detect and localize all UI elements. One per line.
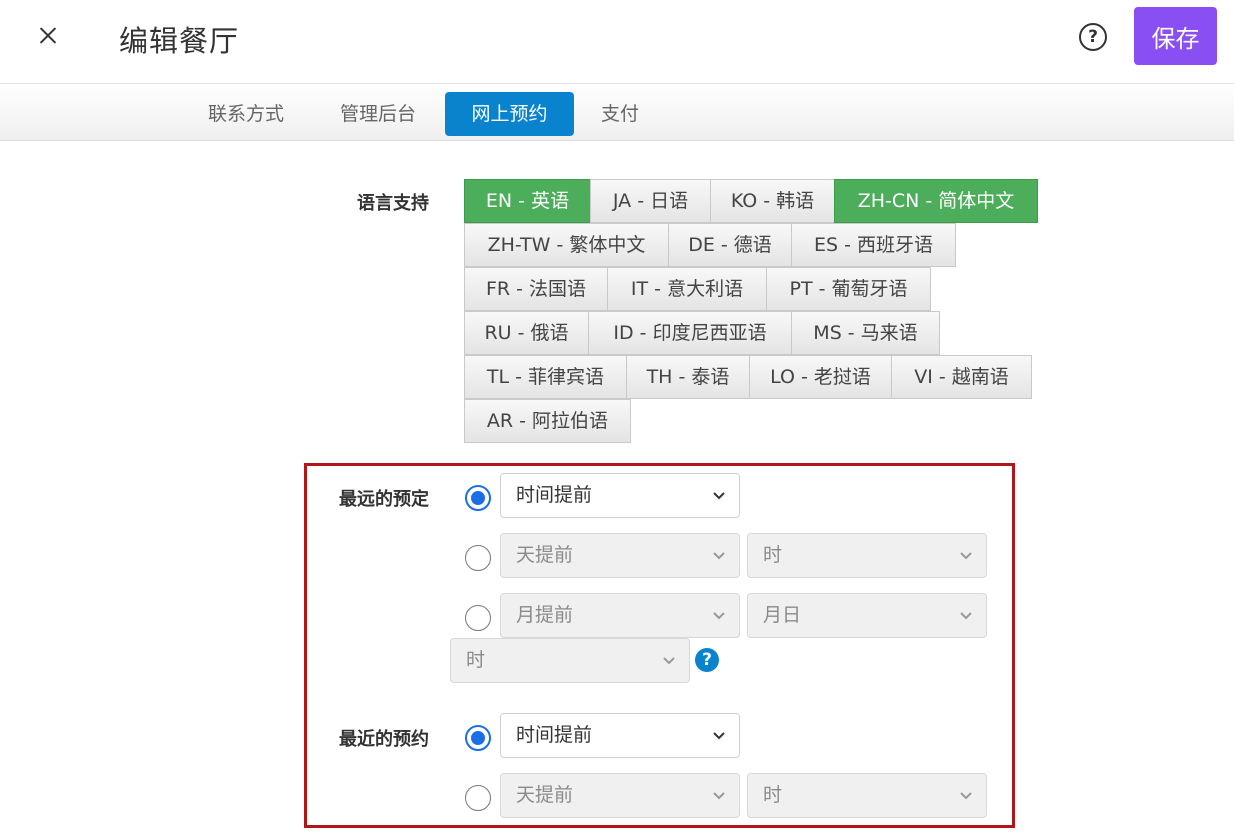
language-pt[interactable]: PT - 葡萄牙语 [766, 267, 931, 311]
furthest-booking-label: 最远的预定 [339, 489, 429, 510]
furthest-months-select[interactable]: 月提前 [500, 593, 740, 638]
language-ko[interactable]: KO - 韩语 [710, 179, 835, 223]
tab-admin[interactable]: 管理后台 [325, 92, 431, 136]
furthest-months-hour-select[interactable]: 时 [450, 638, 690, 683]
save-button[interactable]: 保存 [1134, 7, 1217, 65]
chevron-down-icon [960, 612, 972, 620]
furthest-time-select[interactable]: 时间提前 [500, 473, 740, 518]
furthest-days-hour-select-value: 时 [763, 544, 783, 566]
help-icon[interactable]: ? [695, 648, 719, 672]
language-fr[interactable]: FR - 法国语 [464, 267, 608, 311]
header: 编辑餐厅 ? 保存 [0, 0, 1234, 84]
language-ms[interactable]: MS - 马来语 [791, 311, 940, 355]
chevron-down-icon [960, 792, 972, 800]
tab-payment[interactable]: 支付 [590, 92, 650, 136]
nearest-option-days-radio[interactable] [465, 785, 491, 811]
language-th[interactable]: TH - 泰语 [626, 355, 750, 399]
furthest-months-hour-select-value: 时 [466, 649, 486, 671]
furthest-option-days-radio[interactable] [465, 545, 491, 571]
furthest-months-day-select[interactable]: 月日 [747, 593, 987, 638]
nearest-time-select-value: 时间提前 [516, 724, 593, 746]
nearest-booking-label: 最近的预约 [339, 729, 429, 750]
chevron-down-icon [713, 492, 725, 500]
furthest-months-day-select-value: 月日 [763, 604, 802, 626]
close-icon[interactable] [34, 22, 62, 50]
nearest-days-select-value: 天提前 [516, 784, 574, 806]
furthest-days-select[interactable]: 天提前 [500, 533, 740, 578]
nearest-days-hour-select-value: 时 [763, 784, 783, 806]
language-ja[interactable]: JA - 日语 [590, 179, 711, 223]
chevron-down-icon [960, 552, 972, 560]
tab-bar: 联系方式 管理后台 网上预约 支付 [0, 84, 1234, 141]
furthest-days-hour-select[interactable]: 时 [747, 533, 987, 578]
language-it[interactable]: IT - 意大利语 [607, 267, 767, 311]
language-support-label: 语言支持 [357, 193, 429, 214]
furthest-days-select-value: 天提前 [516, 544, 574, 566]
chevron-down-icon [663, 657, 675, 665]
nearest-option-time-radio[interactable] [465, 725, 491, 751]
nearest-days-select[interactable]: 天提前 [500, 773, 740, 818]
chevron-down-icon [713, 552, 725, 560]
page-title: 编辑餐厅 [119, 24, 240, 58]
language-tl[interactable]: TL - 菲律宾语 [464, 355, 627, 399]
furthest-months-select-value: 月提前 [516, 604, 574, 626]
tab-online-booking[interactable]: 网上预约 [445, 92, 574, 136]
language-ru[interactable]: RU - 俄语 [464, 311, 589, 355]
language-zh-cn[interactable]: ZH-CN - 简体中文 [834, 179, 1038, 223]
furthest-option-time-radio[interactable] [465, 485, 491, 511]
language-es[interactable]: ES - 西班牙语 [791, 223, 956, 267]
nearest-time-select[interactable]: 时间提前 [500, 713, 740, 758]
language-zh-tw[interactable]: ZH-TW - 繁体中文 [464, 223, 669, 267]
tab-contact[interactable]: 联系方式 [193, 92, 299, 136]
furthest-time-select-value: 时间提前 [516, 484, 593, 506]
language-en[interactable]: EN - 英语 [464, 179, 591, 223]
help-icon[interactable]: ? [1079, 23, 1107, 51]
language-de[interactable]: DE - 德语 [668, 223, 792, 267]
chevron-down-icon [713, 732, 725, 740]
nearest-days-hour-select[interactable]: 时 [747, 773, 987, 818]
language-lo[interactable]: LO - 老挝语 [749, 355, 892, 399]
language-ar[interactable]: AR - 阿拉伯语 [464, 399, 631, 443]
chevron-down-icon [713, 612, 725, 620]
language-vi[interactable]: VI - 越南语 [891, 355, 1032, 399]
furthest-option-months-radio[interactable] [465, 605, 491, 631]
language-id[interactable]: ID - 印度尼西亚语 [588, 311, 792, 355]
chevron-down-icon [713, 792, 725, 800]
